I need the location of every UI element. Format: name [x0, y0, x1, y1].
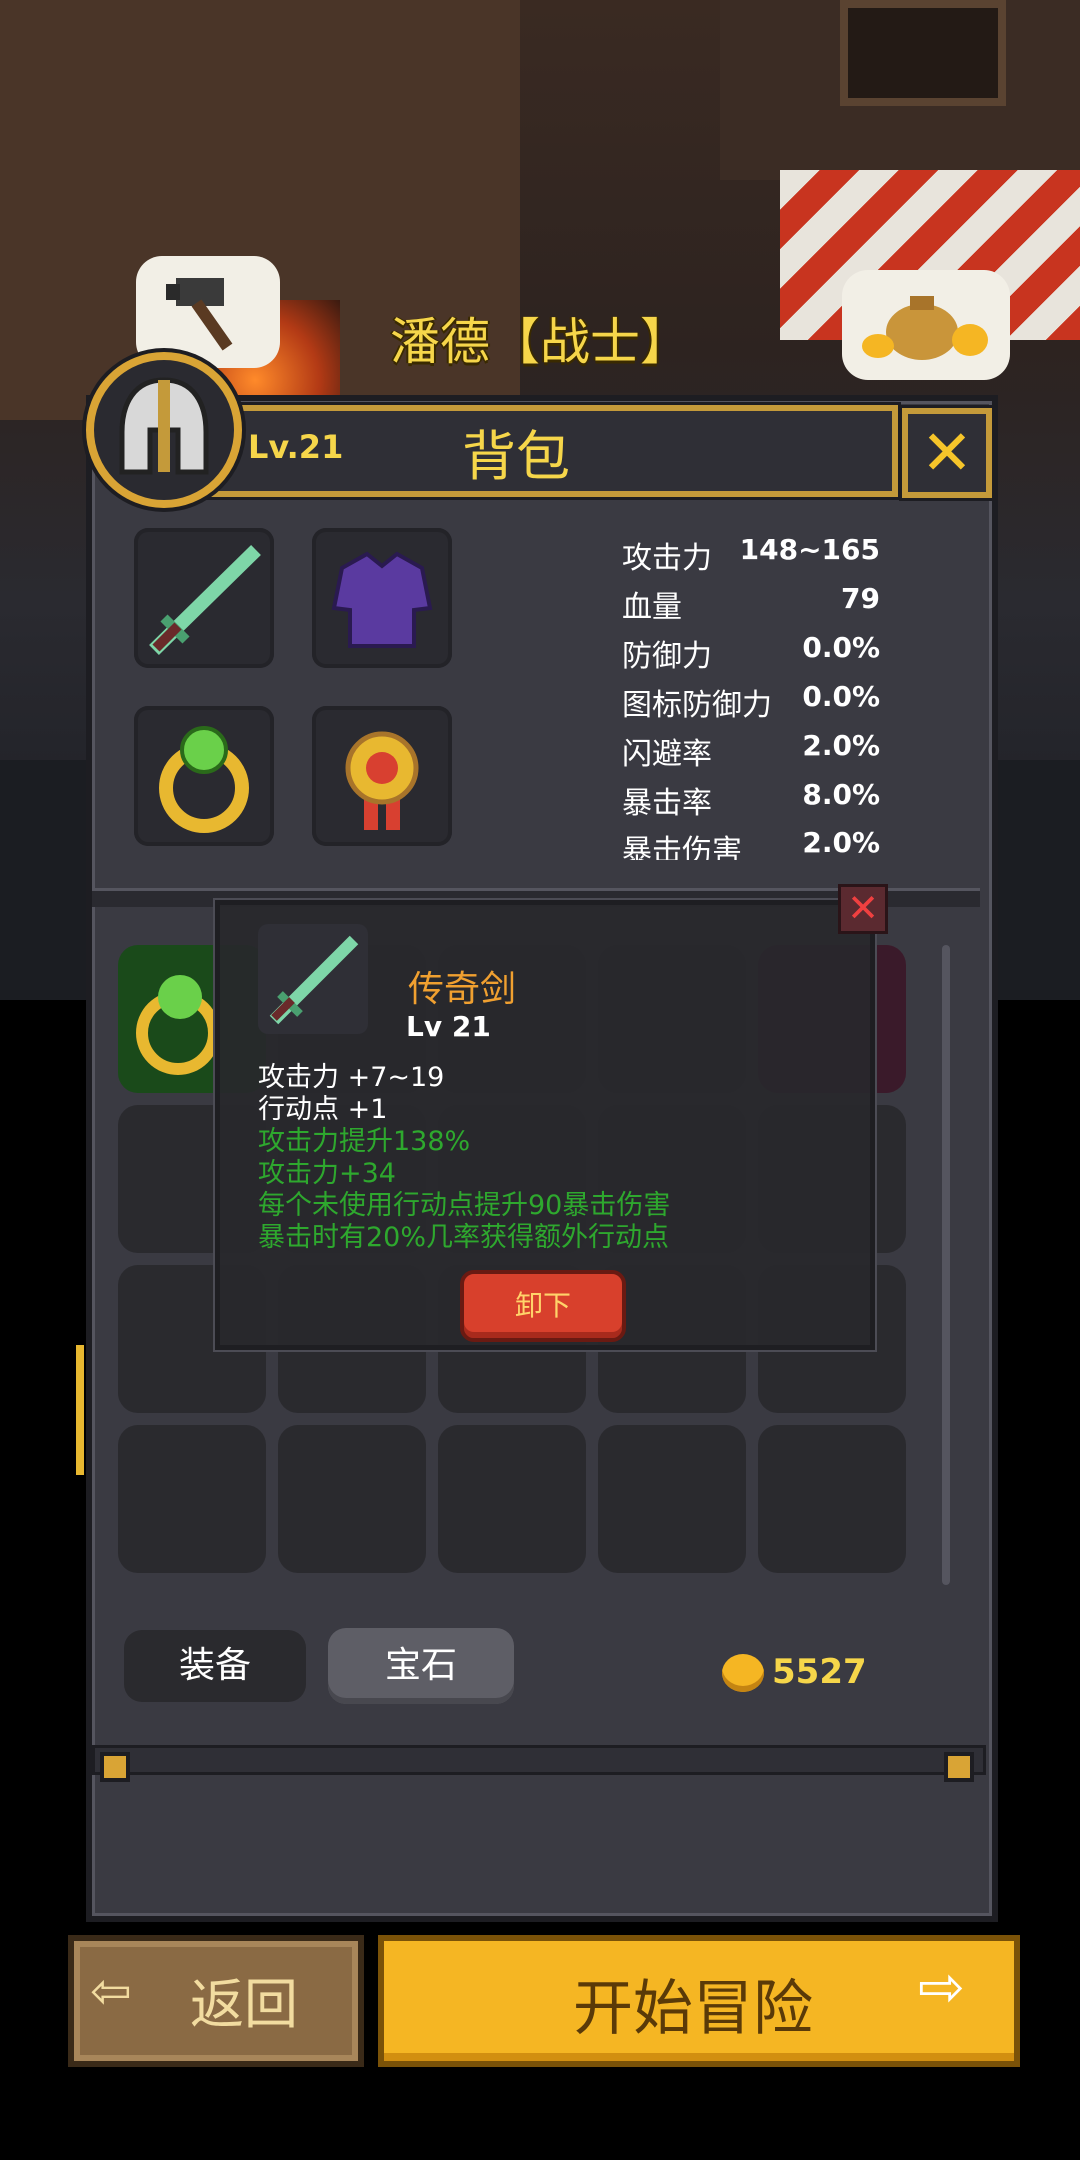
sword-icon: [269, 935, 359, 1025]
window-footer-bar: [92, 1745, 986, 1775]
x-icon: ✕: [847, 886, 879, 930]
stat-label: 血量: [622, 590, 682, 625]
stat-label: 闪避率: [622, 737, 712, 772]
player-level: Lv.21: [248, 428, 344, 466]
medal-icon: [345, 731, 419, 830]
item-bonus-stat: 攻击力提升138%: [258, 1126, 471, 1157]
money-bag-icon: [862, 296, 988, 360]
item-base-stat: 行动点 +1: [258, 1094, 388, 1125]
robe-icon: [331, 551, 433, 648]
item-level: Lv 21: [406, 1010, 491, 1043]
close-button[interactable]: ✕: [902, 408, 992, 498]
ring-icon: [159, 726, 249, 833]
back-button-label: 返回: [190, 1973, 298, 2036]
stat-value: 2.0%: [802, 826, 880, 859]
exit-icon: ⇦: [90, 1962, 132, 2020]
tooltip-close-button[interactable]: ✕: [838, 884, 888, 934]
stat-value: 2.0%: [802, 729, 880, 762]
stat-label: 暴击率: [622, 786, 712, 821]
gold-amount: 5527: [772, 1652, 867, 1692]
stat-label: 攻击力: [622, 541, 712, 576]
tooltip-item-icon: [258, 924, 368, 1034]
stat-label: 防御力: [622, 639, 712, 674]
house-window: [840, 0, 1006, 106]
item-name: 传奇剑: [408, 969, 517, 1010]
inventory-slot[interactable]: [758, 1425, 906, 1573]
hammer-icon: [166, 278, 233, 351]
inventory-scrollbar[interactable]: [942, 945, 950, 1585]
start-adventure-label: 开始冒险: [573, 1974, 813, 2044]
helmet-icon: [119, 377, 209, 475]
item-bonus-stat: 攻击力+34: [258, 1158, 396, 1189]
stats-clip: 暴击伤害 2.0%: [600, 826, 900, 860]
item-bonus-stat: 暴击时有20%几率获得额外行动点: [258, 1222, 670, 1253]
weapon-slot[interactable]: [134, 528, 274, 668]
merchant-button[interactable]: [842, 270, 1010, 380]
item-bonus-stat: 每个未使用行动点提升90暴击伤害: [258, 1190, 671, 1221]
gold-coin-icon: [722, 1654, 764, 1692]
inventory-slot[interactable]: [278, 1425, 426, 1573]
stat-value: 79: [841, 582, 880, 615]
sword-icon: [149, 545, 261, 655]
tab-gems[interactable]: 宝石: [328, 1628, 514, 1704]
unequip-button[interactable]: 卸下: [460, 1270, 626, 1342]
medal-slot[interactable]: [312, 706, 452, 846]
ring-slot[interactable]: [134, 706, 274, 846]
x-icon: ✕: [921, 416, 973, 489]
stat-value: 0.0%: [802, 680, 880, 713]
stat-value: 8.0%: [802, 778, 880, 811]
player-name: 潘德【战士】: [390, 313, 690, 371]
item-base-stat: 攻击力 +7~19: [258, 1062, 445, 1093]
stat-value: 0.0%: [802, 631, 880, 664]
inventory-slot[interactable]: [438, 1425, 586, 1573]
enter-icon: ⇨: [918, 1955, 965, 2020]
rivet-icon: [100, 1752, 130, 1782]
blacksmith-button[interactable]: [136, 256, 280, 368]
inventory-slot[interactable]: [118, 1425, 266, 1573]
armor-slot[interactable]: [312, 528, 452, 668]
stat-value: 148~165: [739, 533, 880, 566]
rivet-icon: [944, 1752, 974, 1782]
avatar[interactable]: [86, 352, 242, 508]
inventory-slot[interactable]: [598, 1425, 746, 1573]
side-indicator: [76, 1345, 84, 1475]
tab-equipment[interactable]: 装备: [124, 1630, 306, 1702]
